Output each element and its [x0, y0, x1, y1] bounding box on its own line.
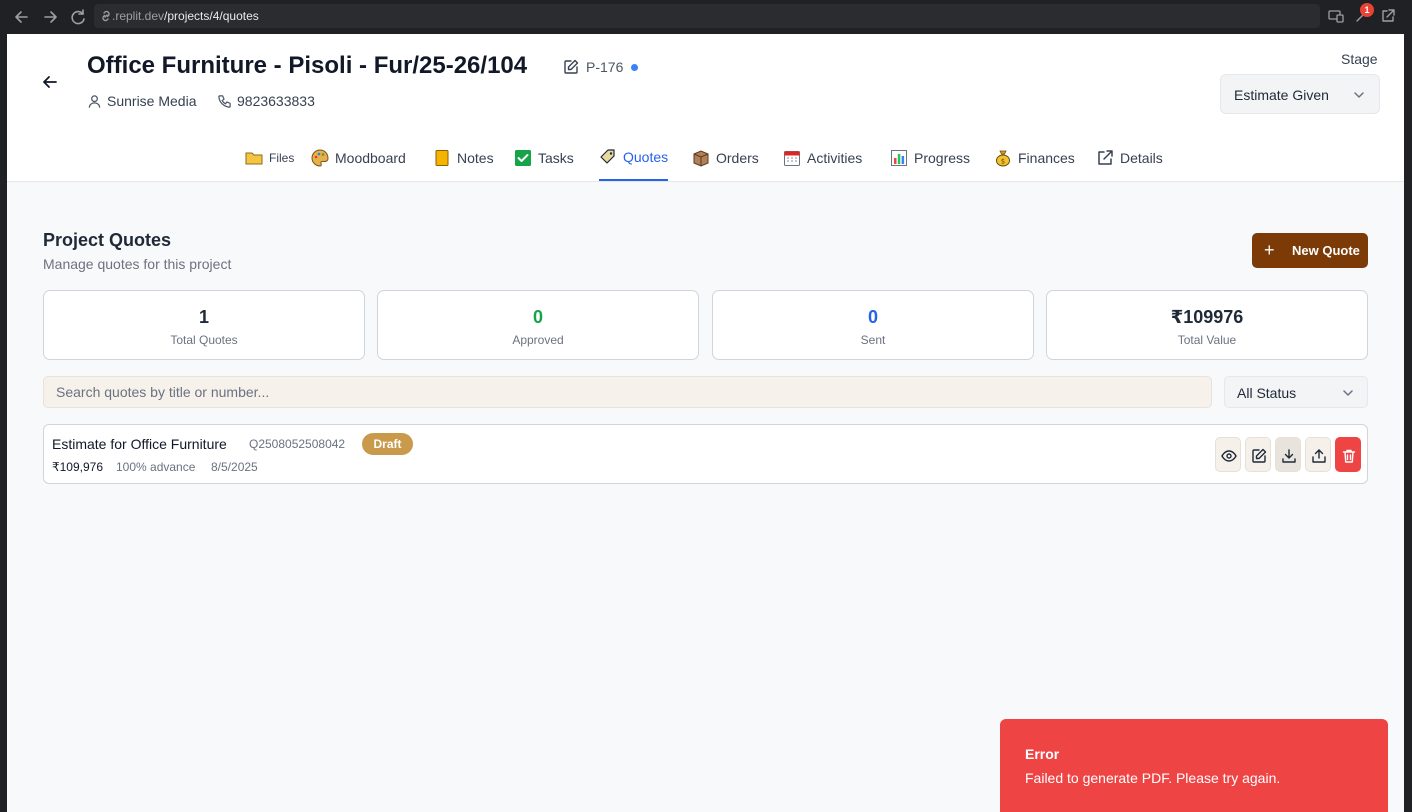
tab-label: Moodboard — [335, 149, 406, 166]
tab-label: Progress — [914, 149, 971, 166]
tab-label: Details — [1120, 149, 1163, 166]
stat-value: 0 — [867, 307, 878, 327]
stage-value: Estimate Given — [1234, 87, 1329, 103]
checkbox-icon — [515, 149, 531, 166]
toast-message: Failed to generate PDF. Please try again… — [1025, 770, 1281, 786]
view-quote-button[interactable] — [1215, 437, 1241, 472]
tab-progress[interactable]: Progress — [890, 134, 970, 181]
stat-card-total-quotes: 1 Total Quotes — [43, 290, 365, 360]
page-title: Office Furniture - Pisoli - Fur/25-26/10… — [87, 52, 528, 79]
tab-files[interactable]: Files — [245, 134, 294, 181]
tab-tasks[interactable]: Tasks — [514, 134, 574, 181]
address-bar[interactable]: .replit.dev/projects/4/quotes — [94, 4, 1320, 28]
tab-label: Tasks — [538, 149, 574, 166]
tab-label: Activities — [807, 149, 863, 166]
browser-toolbar: .replit.dev/projects/4/quotes 1 — [0, 0, 1412, 34]
app-page: Office Furniture - Pisoli - Fur/25-26/10… — [7, 34, 1404, 812]
status-filter-value: All Status — [1237, 385, 1297, 401]
notepad-icon — [435, 149, 449, 166]
share-icon — [1312, 449, 1326, 463]
tab-details[interactable]: Details — [1096, 134, 1163, 181]
stat-value: 1 — [198, 307, 209, 327]
calendar-icon — [784, 150, 800, 166]
tab-label: Orders — [716, 149, 759, 166]
stage-select[interactable]: Estimate Given — [1220, 74, 1380, 114]
toast-title: Error — [1025, 746, 1060, 762]
new-quote-button[interactable]: + New Quote — [1252, 233, 1368, 268]
stat-card-approved: 0 Approved — [377, 290, 699, 360]
share-quote-button[interactable] — [1305, 437, 1331, 472]
edit-quote-button[interactable] — [1245, 437, 1271, 472]
quote-amount: ₹109,976 — [52, 460, 104, 474]
stat-card-total-value: ₹109976 Total Value — [1046, 290, 1368, 360]
bar-chart-icon — [891, 149, 907, 166]
stat-value: ₹109976 — [1170, 307, 1244, 327]
devices-icon[interactable] — [1327, 7, 1345, 25]
tab-activities[interactable]: Activities — [783, 134, 862, 181]
section-title: Project Quotes — [43, 230, 172, 250]
status-filter-select[interactable]: All Status — [1224, 376, 1368, 408]
folder-icon — [245, 152, 263, 164]
new-quote-label: New Quote — [1292, 243, 1360, 258]
tab-moodboard[interactable]: Moodboard — [311, 134, 406, 181]
tab-quotes[interactable]: Quotes — [599, 134, 669, 181]
project-tabs: Files Moodboard Notes Tasks Quotes Order… — [7, 134, 1404, 182]
forward-arrow-icon[interactable] — [39, 6, 61, 28]
chevron-down-icon — [1354, 92, 1364, 98]
reload-icon[interactable] — [67, 6, 89, 28]
quote-title: Estimate for Office Furniture — [52, 436, 227, 452]
stage-label: Stage — [1341, 51, 1378, 67]
back-arrow-icon[interactable] — [41, 73, 59, 91]
user-icon — [88, 95, 101, 108]
stat-label: Total Value — [1177, 333, 1237, 347]
delete-quote-button[interactable] — [1335, 437, 1361, 472]
quote-advance: 100% advance — [116, 460, 196, 474]
download-pdf-button[interactable] — [1275, 437, 1301, 472]
section-subtitle: Manage quotes for this project — [43, 256, 232, 272]
tag-icon — [600, 148, 615, 164]
status-dot — [631, 64, 638, 71]
stat-label: Sent — [860, 333, 886, 347]
stat-label: Approved — [512, 333, 564, 347]
stat-card-sent: 0 Sent — [712, 290, 1034, 360]
tab-label: Finances — [1018, 149, 1075, 166]
quote-list-item[interactable]: Estimate for Office Furniture Q250805250… — [43, 424, 1368, 484]
tab-notes[interactable]: Notes — [433, 134, 494, 181]
svg-text:$: $ — [1001, 157, 1005, 165]
quote-number: Q2508052508042 — [249, 437, 346, 451]
tab-finances[interactable]: $ Finances — [994, 134, 1075, 181]
external-link-icon — [1098, 149, 1113, 165]
phone-number: 9823633833 — [237, 93, 315, 109]
package-icon — [693, 149, 709, 167]
tab-label: Quotes — [623, 148, 669, 165]
quote-date: 8/5/2025 — [211, 460, 258, 474]
back-arrow-icon[interactable] — [11, 6, 33, 28]
eye-icon — [1221, 450, 1237, 462]
search-input[interactable] — [44, 377, 1211, 407]
tab-label: Notes — [457, 149, 494, 166]
url-text: .replit.dev/projects/4/quotes — [112, 9, 259, 23]
client-name: Sunrise Media — [107, 93, 197, 109]
project-header: Office Furniture - Pisoli - Fur/25-26/10… — [7, 34, 1404, 182]
trash-icon — [1342, 449, 1356, 463]
chevron-down-icon — [1343, 390, 1353, 396]
phone-icon — [218, 95, 231, 108]
edit-icon[interactable] — [563, 59, 579, 75]
search-box — [43, 376, 1212, 408]
project-code: P-176 — [586, 59, 624, 75]
edit-icon — [1252, 448, 1267, 463]
tab-orders[interactable]: Orders — [692, 134, 759, 181]
stat-label: Total Quotes — [170, 333, 238, 347]
tab-label: Files — [269, 150, 295, 165]
status-badge: Draft — [362, 433, 413, 455]
download-icon — [1282, 449, 1296, 463]
error-toast[interactable]: Error Failed to generate PDF. Please try… — [1000, 719, 1388, 812]
money-bag-icon: $ — [996, 150, 1010, 166]
stat-value: 0 — [532, 307, 543, 327]
open-external-icon[interactable] — [1379, 7, 1397, 25]
plus-icon: + — [1264, 240, 1275, 260]
palette-icon — [311, 148, 329, 167]
notification-badge: 1 — [1360, 3, 1374, 17]
